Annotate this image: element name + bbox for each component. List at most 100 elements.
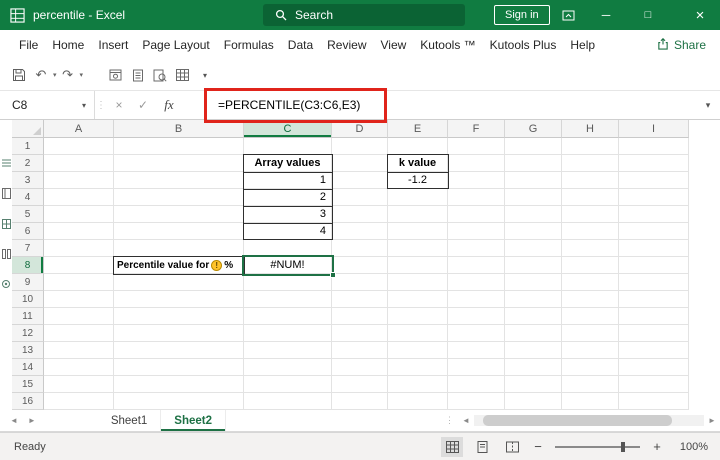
cell-G16[interactable] (505, 393, 562, 410)
cell-I16[interactable] (619, 393, 689, 410)
ribbon-tab-file[interactable]: File (12, 38, 45, 52)
cell-H14[interactable] (562, 359, 619, 376)
pane-grid-icon[interactable] (1, 219, 11, 229)
column-header-A[interactable]: A (44, 120, 114, 138)
cell-D14[interactable] (332, 359, 388, 376)
cell-I2[interactable] (619, 155, 689, 172)
cell-C14[interactable] (244, 359, 332, 376)
cell-A7[interactable] (44, 240, 114, 257)
cell-E13[interactable] (388, 342, 448, 359)
cell-D6[interactable] (332, 223, 388, 240)
cell-F11[interactable] (448, 308, 505, 325)
pane-list-icon[interactable] (1, 158, 11, 168)
cell-I4[interactable] (619, 189, 689, 206)
cell-G14[interactable] (505, 359, 562, 376)
cell-C5[interactable]: 3 (244, 206, 332, 223)
column-header-C[interactable]: C (244, 120, 332, 138)
cell-C6[interactable]: 4 (244, 223, 332, 240)
cell-H9[interactable] (562, 274, 619, 291)
cell-D8[interactable] (332, 257, 388, 274)
cell-D7[interactable] (332, 240, 388, 257)
cell-H2[interactable] (562, 155, 619, 172)
cell-H11[interactable] (562, 308, 619, 325)
cell-G12[interactable] (505, 325, 562, 342)
row-header-3[interactable]: 3 (12, 172, 44, 189)
row-header-7[interactable]: 7 (12, 240, 44, 257)
excel-workbook-icon[interactable] (10, 7, 25, 23)
cell-H12[interactable] (562, 325, 619, 342)
cell-I9[interactable] (619, 274, 689, 291)
cell-E1[interactable] (388, 138, 448, 155)
zoom-in-icon[interactable]: + (650, 439, 664, 454)
cell-I5[interactable] (619, 206, 689, 223)
ribbon-display-options-icon[interactable] (552, 0, 584, 30)
error-warning-icon[interactable]: ! (211, 259, 223, 271)
ribbon-tab-formulas[interactable]: Formulas (217, 38, 281, 52)
scrollbar-track[interactable] (474, 414, 704, 426)
column-header-H[interactable]: H (562, 120, 619, 138)
cell-B15[interactable] (114, 376, 244, 393)
cell-E14[interactable] (388, 359, 448, 376)
row-header-9[interactable]: 9 (12, 274, 44, 291)
cell-H6[interactable] (562, 223, 619, 240)
zoom-level[interactable]: 100% (672, 441, 708, 453)
ribbon-tab-kutools[interactable]: Kutools ™ (413, 38, 482, 52)
cell-F14[interactable] (448, 359, 505, 376)
formula-bar-handle-icon[interactable]: ⋮ (95, 100, 107, 111)
cell-E12[interactable] (388, 325, 448, 342)
cell-A6[interactable] (44, 223, 114, 240)
cell-B6[interactable] (114, 223, 244, 240)
redo-dropdown-icon[interactable]: ▾ (80, 71, 84, 79)
preview-icon[interactable] (105, 64, 127, 86)
column-header-F[interactable]: F (448, 120, 505, 138)
cell-A2[interactable] (44, 155, 114, 172)
cell-B4[interactable] (114, 189, 244, 206)
row-header-12[interactable]: 12 (12, 325, 44, 342)
ribbon-tab-data[interactable]: Data (281, 38, 320, 52)
ribbon-tab-kutools-plus[interactable]: Kutools Plus (483, 38, 564, 52)
cell-G3[interactable] (505, 172, 562, 189)
cell-B3[interactable] (114, 172, 244, 189)
cell-A15[interactable] (44, 376, 114, 393)
cell-E15[interactable] (388, 376, 448, 393)
cell-F2[interactable] (448, 155, 505, 172)
cell-A3[interactable] (44, 172, 114, 189)
cell-B7[interactable] (114, 240, 244, 257)
column-header-E[interactable]: E (388, 120, 448, 138)
cell-G2[interactable] (505, 155, 562, 172)
zoom-slider[interactable] (555, 441, 640, 452)
cell-A12[interactable] (44, 325, 114, 342)
cell-G1[interactable] (505, 138, 562, 155)
insert-function-icon[interactable]: fx (155, 97, 183, 113)
cell-G6[interactable] (505, 223, 562, 240)
ribbon-tab-review[interactable]: Review (320, 38, 373, 52)
cell-C12[interactable] (244, 325, 332, 342)
sheet-tab-sheet2[interactable]: Sheet2 (161, 410, 227, 431)
cell-I1[interactable] (619, 138, 689, 155)
cell-I11[interactable] (619, 308, 689, 325)
cell-B16[interactable] (114, 393, 244, 410)
cell-E7[interactable] (388, 240, 448, 257)
cell-B12[interactable] (114, 325, 244, 342)
cell-F5[interactable] (448, 206, 505, 223)
page-layout-view-icon[interactable] (471, 437, 493, 457)
cell-G4[interactable] (505, 189, 562, 206)
cell-G11[interactable] (505, 308, 562, 325)
name-box-dropdown-icon[interactable]: ▾ (82, 101, 86, 110)
cell-F3[interactable] (448, 172, 505, 189)
cell-I3[interactable] (619, 172, 689, 189)
cell-A4[interactable] (44, 189, 114, 206)
cell-A13[interactable] (44, 342, 114, 359)
ribbon-tab-insert[interactable]: Insert (91, 38, 135, 52)
cell-C4[interactable]: 2 (244, 189, 332, 206)
cell-B5[interactable] (114, 206, 244, 223)
cell-E16[interactable] (388, 393, 448, 410)
column-header-I[interactable]: I (619, 120, 689, 138)
undo-button[interactable]: ↶ ▾ (30, 64, 57, 86)
cell-H4[interactable] (562, 189, 619, 206)
page-break-preview-icon[interactable] (501, 437, 523, 457)
cell-E8[interactable] (388, 257, 448, 274)
cell-H16[interactable] (562, 393, 619, 410)
cell-F9[interactable] (448, 274, 505, 291)
row-header-2[interactable]: 2 (12, 155, 44, 172)
